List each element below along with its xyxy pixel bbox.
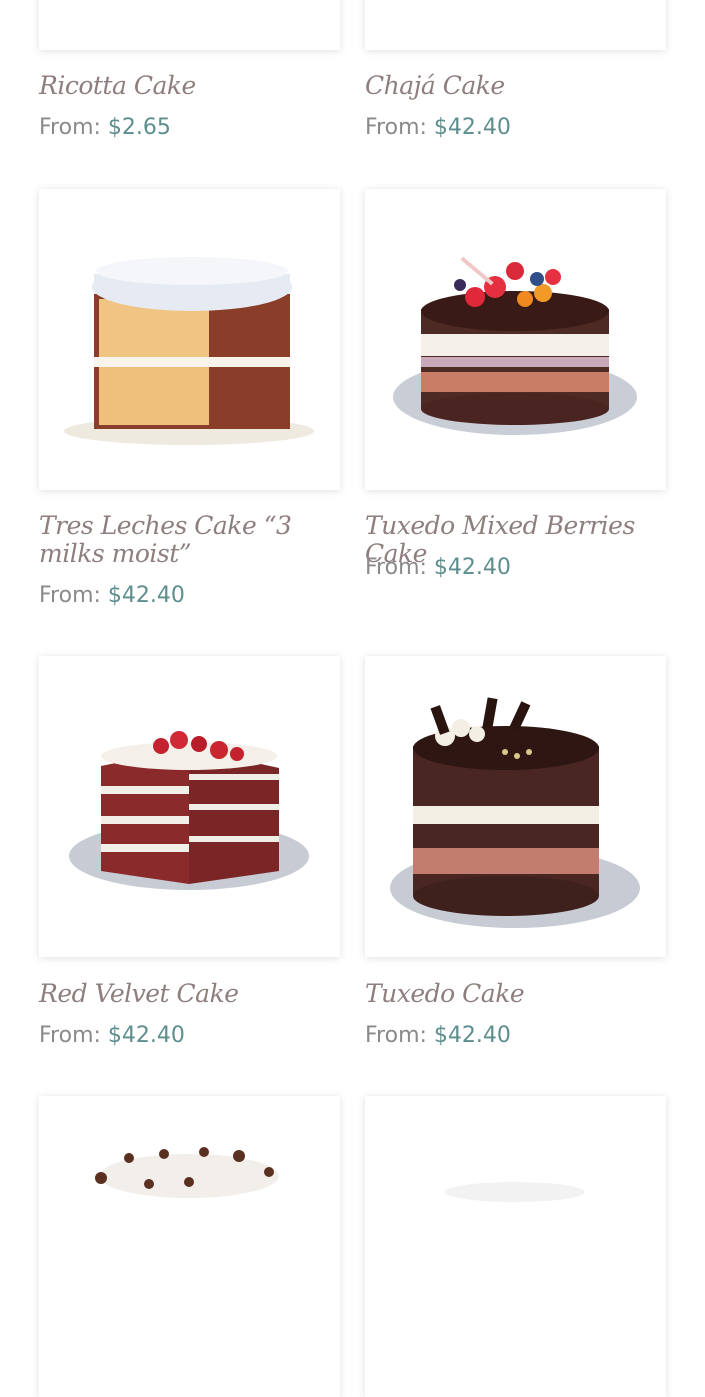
- product-image-red-velvet-cake[interactable]: [39, 656, 340, 957]
- price-amount: $2.65: [107, 115, 171, 140]
- product-image-next-left[interactable]: [39, 1096, 340, 1397]
- product-image-tuxedo-cake[interactable]: [365, 656, 666, 957]
- price-amount: $42.40: [107, 1023, 185, 1048]
- product-title-red-velvet-cake[interactable]: Red Velvet Cake: [39, 980, 339, 1008]
- product-price-red-velvet-cake: From: $42.40: [39, 1023, 185, 1049]
- product-title-tres-leches-cake[interactable]: Tres Leches Cake “3 milks moist”: [39, 512, 339, 568]
- product-price-tuxedo-cake: From: $42.40: [365, 1023, 511, 1049]
- red-velvet-cake-illustration: [69, 731, 309, 890]
- price-prefix: From:: [39, 1023, 101, 1048]
- cake-illustration-partial: [445, 1182, 585, 1202]
- product-image-tres-leches-cake[interactable]: [39, 189, 340, 490]
- product-price-tuxedo-mixed-berries-cake: From: $42.40: [365, 555, 511, 581]
- price-amount: $42.40: [107, 583, 185, 608]
- price-prefix: From:: [365, 555, 427, 580]
- product-image-ricotta-cake[interactable]: [39, 0, 340, 50]
- cake-illustration-partial: [95, 1147, 279, 1198]
- tuxedo-cake-illustration: [390, 697, 640, 928]
- product-title-tuxedo-cake[interactable]: Tuxedo Cake: [365, 980, 665, 1008]
- product-title-ricotta-cake[interactable]: Ricotta Cake: [39, 72, 339, 100]
- price-amount: $42.40: [433, 115, 511, 140]
- product-price-ricotta-cake: From: $2.65: [39, 115, 171, 141]
- product-image-chaja-cake[interactable]: [365, 0, 666, 50]
- tres-leches-cake-illustration: [64, 257, 314, 445]
- product-title-chaja-cake[interactable]: Chajá Cake: [365, 72, 665, 100]
- price-amount: $42.40: [433, 555, 511, 580]
- product-price-tres-leches-cake: From: $42.40: [39, 583, 185, 609]
- product-image-tuxedo-mixed-berries-cake[interactable]: [365, 189, 666, 490]
- tuxedo-mixed-berries-cake-illustration: [393, 256, 637, 435]
- product-image-next-right[interactable]: [365, 1096, 666, 1397]
- price-amount: $42.40: [433, 1023, 511, 1048]
- product-price-chaja-cake: From: $42.40: [365, 115, 511, 141]
- price-prefix: From:: [365, 115, 427, 140]
- price-prefix: From:: [39, 115, 101, 140]
- price-prefix: From:: [365, 1023, 427, 1048]
- price-prefix: From:: [39, 583, 101, 608]
